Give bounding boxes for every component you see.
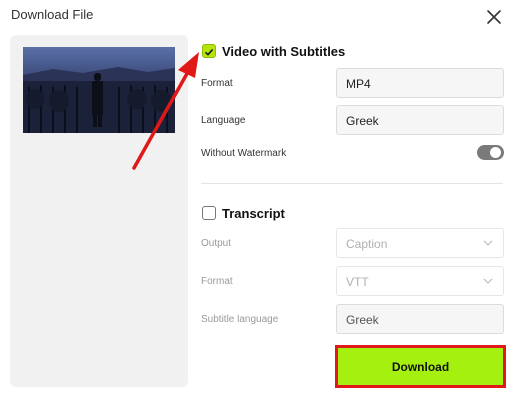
language-label: Language xyxy=(201,115,246,126)
close-button[interactable] xyxy=(484,7,504,27)
subtitle-language-value: Greek xyxy=(346,313,379,327)
video-subtitles-checkbox[interactable] xyxy=(202,44,216,58)
transcript-format-value: VTT xyxy=(346,275,369,289)
transcript-format-select[interactable]: VTT xyxy=(336,266,504,296)
format-select[interactable]: MP4 xyxy=(336,68,504,98)
transcript-checkbox[interactable] xyxy=(202,206,216,220)
download-button[interactable]: Download xyxy=(335,345,506,388)
dialog-title: Download File xyxy=(11,7,94,22)
close-icon xyxy=(487,10,501,24)
language-value: Greek xyxy=(346,114,379,128)
language-select[interactable]: Greek xyxy=(336,105,504,135)
output-select[interactable]: Caption xyxy=(336,228,504,258)
watermark-label: Without Watermark xyxy=(201,148,287,159)
format-label: Format xyxy=(201,78,233,89)
format-value: MP4 xyxy=(346,77,371,91)
check-icon xyxy=(204,49,214,56)
toggle-knob xyxy=(490,147,501,158)
download-label: Download xyxy=(391,359,450,374)
preview-panel xyxy=(10,35,188,387)
output-value: Caption xyxy=(346,237,388,251)
video-subtitles-title: Video with Subtitles xyxy=(222,44,346,59)
subtitle-language-select[interactable]: Greek xyxy=(336,304,504,334)
output-label: Output xyxy=(201,238,232,249)
transcript-format-label: Format xyxy=(201,276,233,287)
chevron-down-icon xyxy=(483,240,493,246)
watermark-toggle[interactable] xyxy=(477,145,504,160)
subtitle-language-label: Subtitle language xyxy=(201,314,279,325)
video-thumbnail xyxy=(23,47,175,133)
transcript-title: Transcript xyxy=(222,206,285,221)
section-divider xyxy=(201,183,503,184)
chevron-down-icon xyxy=(483,278,493,284)
